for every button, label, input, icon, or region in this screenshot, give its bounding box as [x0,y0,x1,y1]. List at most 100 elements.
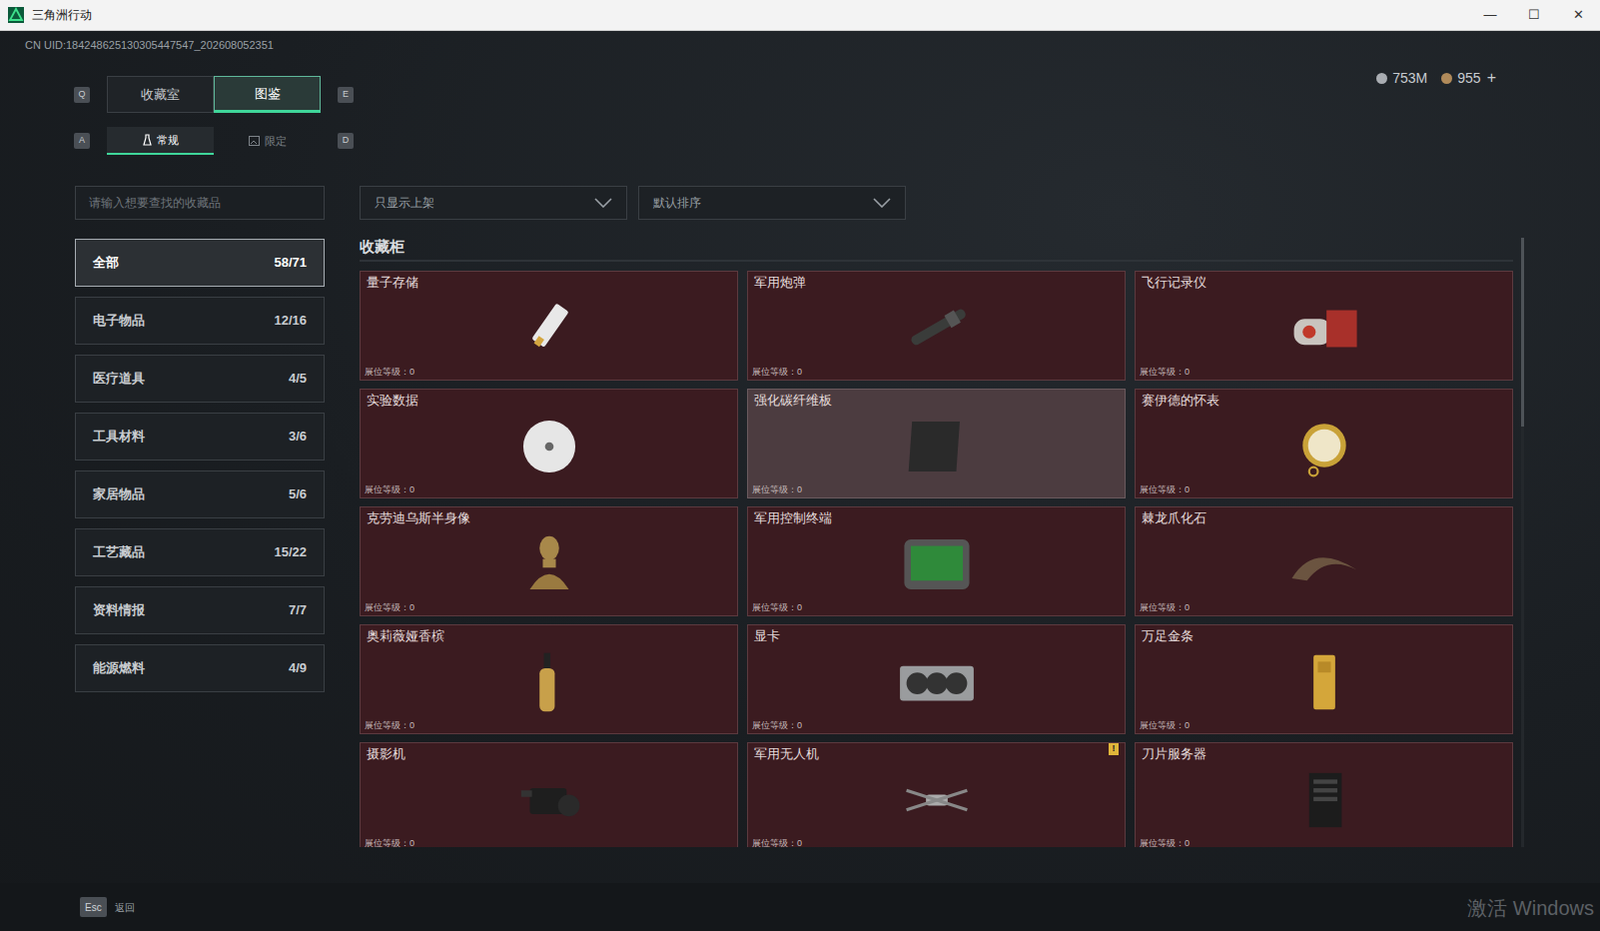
item-card[interactable]: 军用炮弹展位等级：0 [747,270,1126,381]
item-level: 展位等级：0 [360,720,738,734]
category-item[interactable]: 电子物品12/16 [74,296,325,345]
item-card[interactable]: 量子存储展位等级：0 [359,270,739,381]
item-level: 展位等级：0 [360,837,738,847]
category-item[interactable]: 工艺藏品15/22 [74,528,325,577]
coin-icon [1441,72,1453,84]
item-card[interactable]: 军用无人机展位等级：0! [747,742,1126,847]
item-image-icon [891,526,982,603]
category-item[interactable]: 能源燃料4/9 [74,644,325,693]
item-image-icon [1279,644,1370,721]
item-image-icon [504,644,595,721]
title-bar: 三角洲行动 —☐✕ [0,0,1600,31]
window-control[interactable]: ☐ [1512,0,1557,31]
currency-bar: 753M 955 + [1376,65,1497,90]
item-card[interactable]: 棘龙爪化石展位等级：0 [1134,506,1514,617]
main-area: 请输入想要查找的收藏品全部58/71 电子物品12/16 医疗道具4/5 工具材料3/… [0,185,1600,883]
item-level: 展位等级：0 [1135,602,1513,616]
filter-dropdown[interactable]: 只显示上架 [359,185,628,220]
item-grid: 量子存储展位等级：0军用炮弹展位等级：0飞行记录仪展位等级：0实验数据展位等级：… [359,270,1514,847]
item-level: 展位等级：0 [1135,366,1513,380]
window-title: 三角洲行动 [31,5,92,24]
item-image-icon [891,408,982,485]
item-name: 军用无人机 [748,743,1125,763]
key-hint: E [337,86,354,103]
item-card[interactable]: 刀片服务器展位等级：0 [1134,742,1514,847]
item-name: 量子存储 [360,271,738,291]
item-name: 强化碳纤维板 [748,389,1125,409]
item-level: 展位等级：0 [1135,720,1513,734]
item-image-icon [891,644,982,721]
game-logo-icon [7,6,24,23]
item-name: 军用炮弹 [748,271,1125,291]
item-image-icon [1279,762,1370,838]
chevron-down-icon [872,197,891,208]
game-screen: CN UID:184248625130305447547_20260805235… [0,30,1600,931]
alert-badge: ! [1108,743,1119,756]
item-level: 展位等级：0 [748,837,1125,847]
search-field[interactable]: 请输入想要查找的收藏品 [74,185,325,220]
item-card[interactable]: 摄影机展位等级：0 [359,742,739,847]
category-item[interactable]: 资料情报7/7 [74,586,325,635]
item-card[interactable]: 奥莉薇娅香槟展位等级：0 [359,624,739,735]
windows-watermark: 激活 Windows [1467,892,1595,923]
scrollbar-thumb[interactable] [1521,237,1525,427]
chevron-down-icon [594,197,613,208]
category-item[interactable]: 医疗道具4/5 [74,354,325,403]
item-name: 赛伊德的怀表 [1135,389,1513,409]
item-image-icon [1279,290,1370,367]
item-level: 展位等级：0 [1135,837,1513,847]
app-window: 三角洲行动 —☐✕ CN UID:184248625130305447547_202… [0,0,1600,931]
item-name: 摄影机 [360,743,738,763]
sub-tabs: 常规限定 [106,126,321,155]
item-card[interactable]: 飞行记录仪展位等级：0 [1134,270,1514,381]
item-image-icon [891,762,982,838]
category-item[interactable]: 工具材料3/6 [74,412,325,461]
item-image-icon [504,290,595,367]
footer-bar: Esc 返回 [0,882,1600,931]
scrollbar-track [1521,237,1525,847]
item-name: 克劳迪乌斯半身像 [360,507,738,527]
category-item[interactable]: 全部58/71 [74,238,325,287]
window-control[interactable]: — [1468,0,1513,31]
item-image-icon [1279,526,1370,603]
picture-icon [248,135,260,146]
currency: 955 [1441,67,1481,89]
item-level: 展位等级：0 [1135,484,1513,498]
item-name: 显卡 [748,625,1125,645]
item-name: 飞行记录仪 [1135,271,1513,291]
item-card[interactable]: 实验数据展位等级：0 [359,388,739,499]
item-card[interactable]: 强化碳纤维板展位等级：0 [747,388,1126,499]
item-card[interactable]: 克劳迪乌斯半身像展位等级：0 [359,506,739,617]
item-grid-viewport: 量子存储展位等级：0军用炮弹展位等级：0飞行记录仪展位等级：0实验数据展位等级：… [359,270,1514,847]
key-hint: D [337,132,354,149]
item-card[interactable]: 显卡展位等级：0 [747,624,1126,735]
item-image-icon [504,408,595,485]
category-list: 全部58/71 电子物品12/16 医疗道具4/5 工具材料3/6 家居物品5/6 工艺藏… [74,238,325,693]
item-level: 展位等级：0 [748,602,1125,616]
item-image-icon [504,526,595,603]
add-currency-button[interactable]: + [1487,65,1497,90]
currency: 753M [1376,67,1428,89]
item-card[interactable]: 军用控制终端展位等级：0 [747,506,1126,617]
window-control[interactable]: ✕ [1556,0,1600,31]
item-level: 展位等级：0 [360,484,738,498]
item-image-icon [504,762,595,838]
item-image-icon [891,290,982,367]
main-tabs: 收藏室图鉴 [106,75,321,113]
main-tab[interactable]: 图鉴 [213,75,321,113]
item-level: 展位等级：0 [360,366,738,380]
back-label[interactable]: 返回 [114,899,135,915]
sub-tab[interactable]: 限定 [213,126,321,155]
item-card[interactable]: 赛伊德的怀表展位等级：0 [1134,388,1514,499]
flask-icon [142,133,152,146]
filter-dropdown[interactable]: 默认排序 [638,185,906,220]
esc-key[interactable]: Esc [79,896,107,917]
item-card[interactable]: 万足金条展位等级：0 [1134,624,1514,735]
sub-tab[interactable]: 常规 [106,126,214,155]
item-name: 刀片服务器 [1135,743,1513,763]
sidebar: 请输入想要查找的收藏品全部58/71 电子物品12/16 医疗道具4/5 工具材料3/… [74,185,325,883]
uid-label: CN UID:184248625130305447547_20260805235… [0,36,1600,53]
item-level: 展位等级：0 [360,602,738,616]
main-tab[interactable]: 收藏室 [106,75,214,113]
category-item[interactable]: 家居物品5/6 [74,470,325,519]
